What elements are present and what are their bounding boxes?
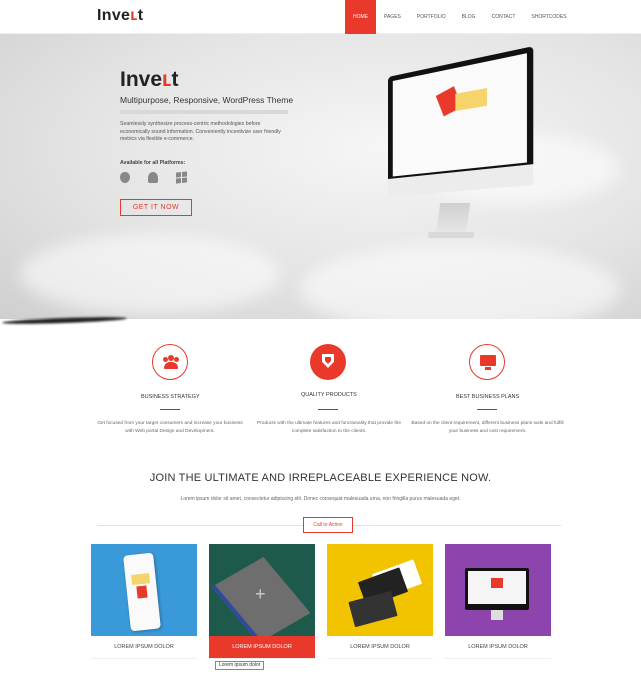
hero-section bbox=[0, 34, 641, 319]
windows-icon bbox=[176, 171, 187, 184]
feature-divider bbox=[477, 409, 497, 410]
nav-item-contact[interactable]: CONTACT bbox=[484, 0, 524, 34]
monitor-icon bbox=[480, 355, 496, 370]
feature-icon-circle bbox=[469, 344, 505, 380]
feature-title-business-strategy: BUSINESS STRATEGY bbox=[141, 394, 200, 400]
android-icon bbox=[148, 172, 158, 183]
tooltip: Lorem ipsum dolor bbox=[215, 661, 265, 670]
cloud-decoration bbox=[20, 234, 280, 314]
call-to-action-button[interactable]: Call to Action bbox=[303, 517, 353, 533]
portfolio-image[interactable] bbox=[445, 544, 551, 636]
nav-item-shortcodes[interactable]: SHORTCODES bbox=[523, 0, 574, 34]
users-icon bbox=[163, 355, 179, 369]
feature-desc-best-business-plans: Based on the client requirement, differe… bbox=[411, 421, 564, 435]
portfolio-image[interactable] bbox=[327, 544, 433, 636]
monitor-stand bbox=[491, 610, 503, 620]
feature-desc-business-strategy: Get focused from your target consumers a… bbox=[97, 421, 243, 435]
portfolio-caption[interactable]: LOREM IPSUM DOLOR bbox=[445, 636, 551, 659]
tablet-mockup bbox=[123, 552, 161, 632]
feature-icon-circle bbox=[152, 344, 188, 380]
nav-item-home[interactable]: HOME bbox=[345, 0, 376, 34]
hero-description: Seamlessly synthesize process-centric me… bbox=[120, 121, 281, 143]
join-description: Lorem ipsum dolor sit amet, consectetur … bbox=[180, 496, 461, 502]
join-title: JOIN THE ULTIMATE AND IRREPLACEABLE EXPE… bbox=[149, 472, 492, 484]
site-logo[interactable]: Inveʟt bbox=[97, 7, 143, 25]
nav-item-blog[interactable]: BLOG bbox=[454, 0, 484, 34]
nav-item-pages[interactable]: PAGES bbox=[376, 0, 409, 34]
feature-title-best-business-plans: BEST BUSINESS PLANS bbox=[456, 394, 520, 400]
portfolio-caption[interactable]: LOREM IPSUM DOLOR bbox=[209, 636, 315, 659]
hero-divider bbox=[120, 110, 288, 114]
platform-icons bbox=[120, 171, 187, 184]
hero-subtitle: Multipurpose, Responsive, WordPress Them… bbox=[120, 95, 294, 105]
site-header: Inveʟt HOME PAGES PORTFOLIO BLOG CONTACT… bbox=[0, 0, 641, 34]
portfolio-caption[interactable]: LOREM IPSUM DOLOR bbox=[91, 636, 197, 659]
feature-title-quality-products: QUALITY PRODUCTS bbox=[301, 392, 357, 398]
portfolio-card[interactable]: LOREM IPSUM DOLOR bbox=[445, 544, 551, 659]
cloud-decoration bbox=[300, 244, 620, 319]
feature-divider bbox=[160, 409, 180, 410]
imac-base bbox=[428, 232, 474, 238]
hero-logo: Inveʟt bbox=[120, 68, 179, 91]
apple-icon bbox=[120, 172, 130, 183]
nav-item-portfolio[interactable]: PORTFOLIO bbox=[409, 0, 454, 34]
feature-desc-quality-products: Products with the ultimate features and … bbox=[257, 421, 401, 435]
feature-divider bbox=[318, 409, 338, 410]
imac-stand bbox=[435, 203, 471, 235]
main-nav: HOME PAGES PORTFOLIO BLOG CONTACT SHORTC… bbox=[345, 0, 575, 34]
portfolio-image[interactable]: + bbox=[209, 544, 315, 636]
portfolio-image[interactable] bbox=[91, 544, 197, 636]
portfolio-card[interactable]: LOREM IPSUM DOLOR bbox=[327, 544, 433, 659]
monitor-mockup bbox=[465, 568, 529, 610]
feature-icon-circle bbox=[310, 344, 346, 380]
portfolio-card[interactable]: LOREM IPSUM DOLOR bbox=[91, 544, 197, 659]
platforms-label: Available for all Platforms: bbox=[120, 160, 186, 166]
plus-icon[interactable]: + bbox=[255, 584, 266, 605]
get-it-now-button[interactable]: GET IT NOW bbox=[120, 199, 192, 216]
imac-display bbox=[392, 53, 527, 177]
portfolio-caption[interactable]: LOREM IPSUM DOLOR bbox=[327, 636, 433, 659]
imac-mockup bbox=[378, 46, 534, 247]
business-card-mockup bbox=[348, 590, 398, 628]
shield-icon bbox=[322, 354, 334, 368]
portfolio-card[interactable]: + LOREM IPSUM DOLOR bbox=[209, 544, 315, 659]
